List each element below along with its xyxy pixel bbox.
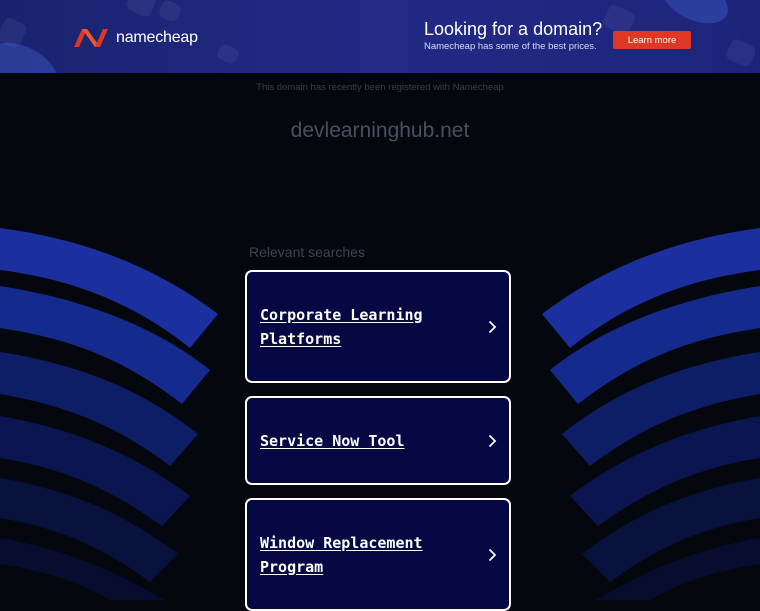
search-card-window-replacement[interactable]: Window Replacement Program	[245, 498, 511, 611]
banner-decoration	[724, 37, 758, 69]
namecheap-logo[interactable]: namecheap	[72, 27, 198, 49]
chevron-right-icon	[488, 548, 497, 561]
search-card-label-line: Service Now Tool	[260, 431, 405, 450]
domain-name: devlearninghub.net	[290, 119, 470, 142]
namecheap-logo-icon	[74, 29, 108, 47]
search-card-label-line: Program	[260, 557, 324, 576]
banner-decoration	[124, 0, 158, 19]
registered-notice: This domain has recently been registered…	[256, 82, 504, 93]
search-card-label-line: Corporate Learning	[260, 305, 423, 324]
search-card-label[interactable]: Window Replacement Program	[260, 531, 470, 579]
search-card-service-now[interactable]: Service Now Tool	[245, 396, 511, 485]
banner-decoration	[215, 42, 241, 66]
banner-decoration	[654, 0, 736, 33]
chevron-right-icon	[488, 320, 497, 333]
search-card-label[interactable]: Corporate Learning Platforms	[260, 303, 470, 351]
relevant-searches-heading: Relevant searches	[249, 244, 365, 260]
logo-text: namecheap	[116, 29, 198, 46]
search-card-label-line: Window Replacement	[260, 533, 423, 552]
learn-more-button[interactable]: Learn more	[613, 31, 691, 49]
promo-subtitle: Namecheap has some of the best prices.	[424, 41, 597, 52]
banner-decoration	[157, 0, 183, 24]
search-card-label[interactable]: Service Now Tool	[260, 429, 470, 453]
chevron-right-icon	[488, 434, 497, 447]
search-card-corporate-learning[interactable]: Corporate Learning Platforms	[245, 270, 511, 383]
search-card-label-line: Platforms	[260, 329, 342, 348]
promo-banner: namecheap Looking for a domain? Namechea…	[0, 0, 760, 73]
promo-title: Looking for a domain?	[424, 19, 603, 39]
